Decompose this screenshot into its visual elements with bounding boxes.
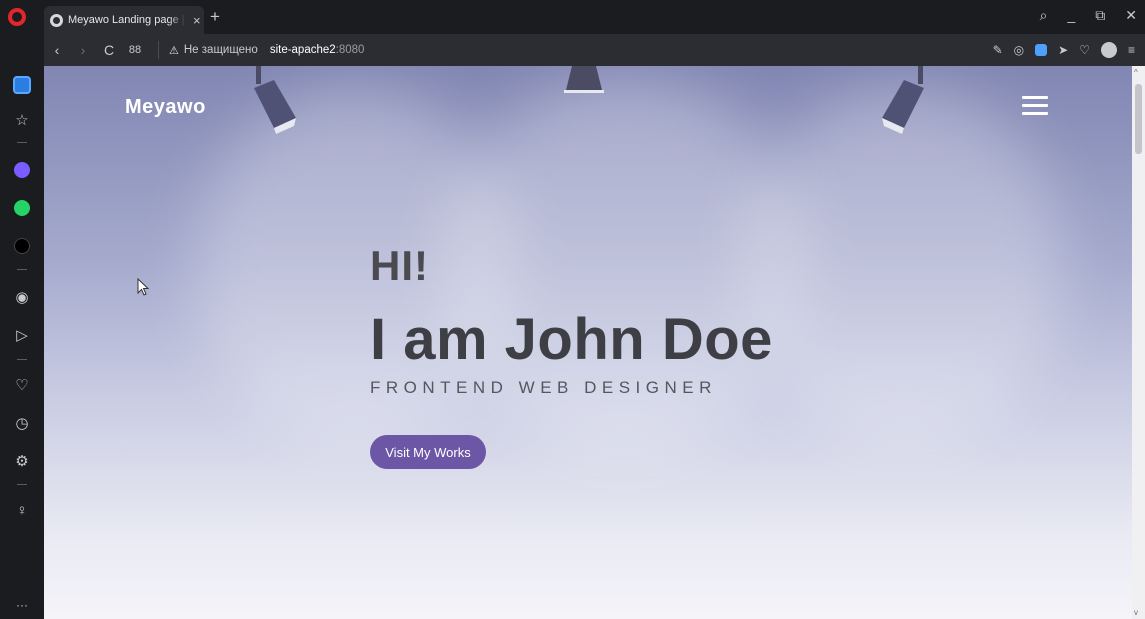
divider bbox=[17, 484, 27, 485]
hamburger-menu-icon[interactable] bbox=[1022, 96, 1048, 116]
brand-logo[interactable]: Meyawo bbox=[125, 96, 206, 119]
url-port[interactable]: :8080 bbox=[336, 44, 365, 56]
sidebar: ☆ ◉ ▷ ♡ ◷ ⚙ ♀ ··· bbox=[0, 34, 44, 619]
menu-icon[interactable]: ≡ bbox=[1128, 43, 1135, 57]
forward-button[interactable]: › bbox=[70, 42, 96, 58]
heart-icon[interactable]: ♡ bbox=[1079, 43, 1090, 57]
visit-works-button[interactable]: Visit My Works bbox=[370, 435, 486, 469]
bookmarks-icon[interactable]: ☆ bbox=[9, 109, 35, 131]
settings-icon[interactable]: ⚙ bbox=[9, 450, 35, 472]
url-host[interactable]: site-apache2 bbox=[270, 44, 336, 56]
new-tab-button[interactable]: + bbox=[210, 8, 220, 25]
camera-icon[interactable]: ◎ bbox=[1014, 43, 1024, 57]
tiktok-icon[interactable] bbox=[14, 238, 30, 254]
home-icon[interactable] bbox=[13, 76, 31, 94]
close-tab-icon[interactable]: × bbox=[193, 13, 201, 28]
spotlight-left-icon bbox=[254, 66, 296, 134]
hero-title: I am John Doe bbox=[370, 307, 773, 372]
hamburger-line bbox=[1022, 96, 1048, 99]
favicon-icon bbox=[50, 13, 63, 27]
hero-subtitle: FRONTEND WEB DESIGNER bbox=[370, 378, 717, 397]
window-controls: ⌕ _ ⧉ ✕ bbox=[1040, 7, 1137, 24]
divider bbox=[17, 269, 27, 270]
divider bbox=[17, 359, 27, 360]
vpn-icon[interactable] bbox=[1035, 44, 1048, 56]
tab-strip: Meyawo Landing page | Free × + ⌕ _ ⧉ ✕ bbox=[0, 0, 1145, 34]
hero-greeting: HI! bbox=[370, 242, 429, 289]
divider bbox=[158, 41, 159, 59]
scroll-down-icon[interactable]: v bbox=[1134, 608, 1138, 617]
scroll-up-icon[interactable]: ^ bbox=[1134, 68, 1138, 77]
send-icon[interactable]: ➤ bbox=[1058, 43, 1068, 57]
spotlight-right-icon bbox=[882, 66, 924, 134]
mouse-cursor-icon bbox=[137, 278, 150, 296]
profile-icon[interactable] bbox=[1100, 42, 1117, 58]
edit-icon[interactable]: ✎ bbox=[993, 43, 1003, 57]
flow-icon[interactable]: ▷ bbox=[9, 324, 35, 346]
back-button[interactable]: ‹ bbox=[44, 42, 70, 58]
light-beam bbox=[744, 86, 1064, 446]
more-icon[interactable]: ··· bbox=[9, 594, 35, 616]
close-window-button[interactable]: ✕ bbox=[1125, 7, 1137, 24]
scroll-thumb[interactable] bbox=[1135, 84, 1142, 154]
minimize-button[interactable]: _ bbox=[1067, 7, 1075, 24]
search-tabs-icon[interactable]: ⌕ bbox=[1040, 7, 1048, 24]
messenger-icon[interactable] bbox=[14, 162, 30, 178]
tab-title: Meyawo Landing page | Free bbox=[68, 14, 186, 26]
tabs-overview-button[interactable]: 88 bbox=[122, 44, 148, 56]
hamburger-line bbox=[1022, 104, 1048, 107]
security-status[interactable]: Не защищено bbox=[184, 44, 258, 56]
restore-button[interactable]: ⧉ bbox=[1095, 7, 1105, 24]
opera-logo-icon[interactable] bbox=[8, 8, 26, 26]
reload-button[interactable]: C bbox=[96, 42, 122, 58]
page-scrollbar[interactable]: ^ v bbox=[1132, 66, 1145, 619]
whatsapp-icon[interactable] bbox=[14, 200, 30, 216]
active-tab[interactable]: Meyawo Landing page | Free × bbox=[44, 6, 204, 34]
landing-page: Meyawo HI! I am John Doe FRONTEND WEB DE… bbox=[44, 66, 1132, 619]
address-bar-actions: ✎ ◎ ➤ ♡ ≡ bbox=[993, 42, 1135, 58]
favorites-icon[interactable]: ♡ bbox=[9, 374, 35, 396]
divider bbox=[17, 142, 27, 143]
address-bar: ‹ › C 88 ⚠ Не защищено site-apache2 :808… bbox=[44, 34, 1145, 66]
player-icon[interactable]: ◉ bbox=[9, 286, 35, 308]
warning-icon[interactable]: ⚠ bbox=[169, 44, 179, 57]
spotlight-center-icon bbox=[564, 66, 604, 93]
tips-icon[interactable]: ♀ bbox=[9, 499, 35, 521]
hamburger-line bbox=[1022, 112, 1048, 115]
history-icon[interactable]: ◷ bbox=[9, 412, 35, 434]
